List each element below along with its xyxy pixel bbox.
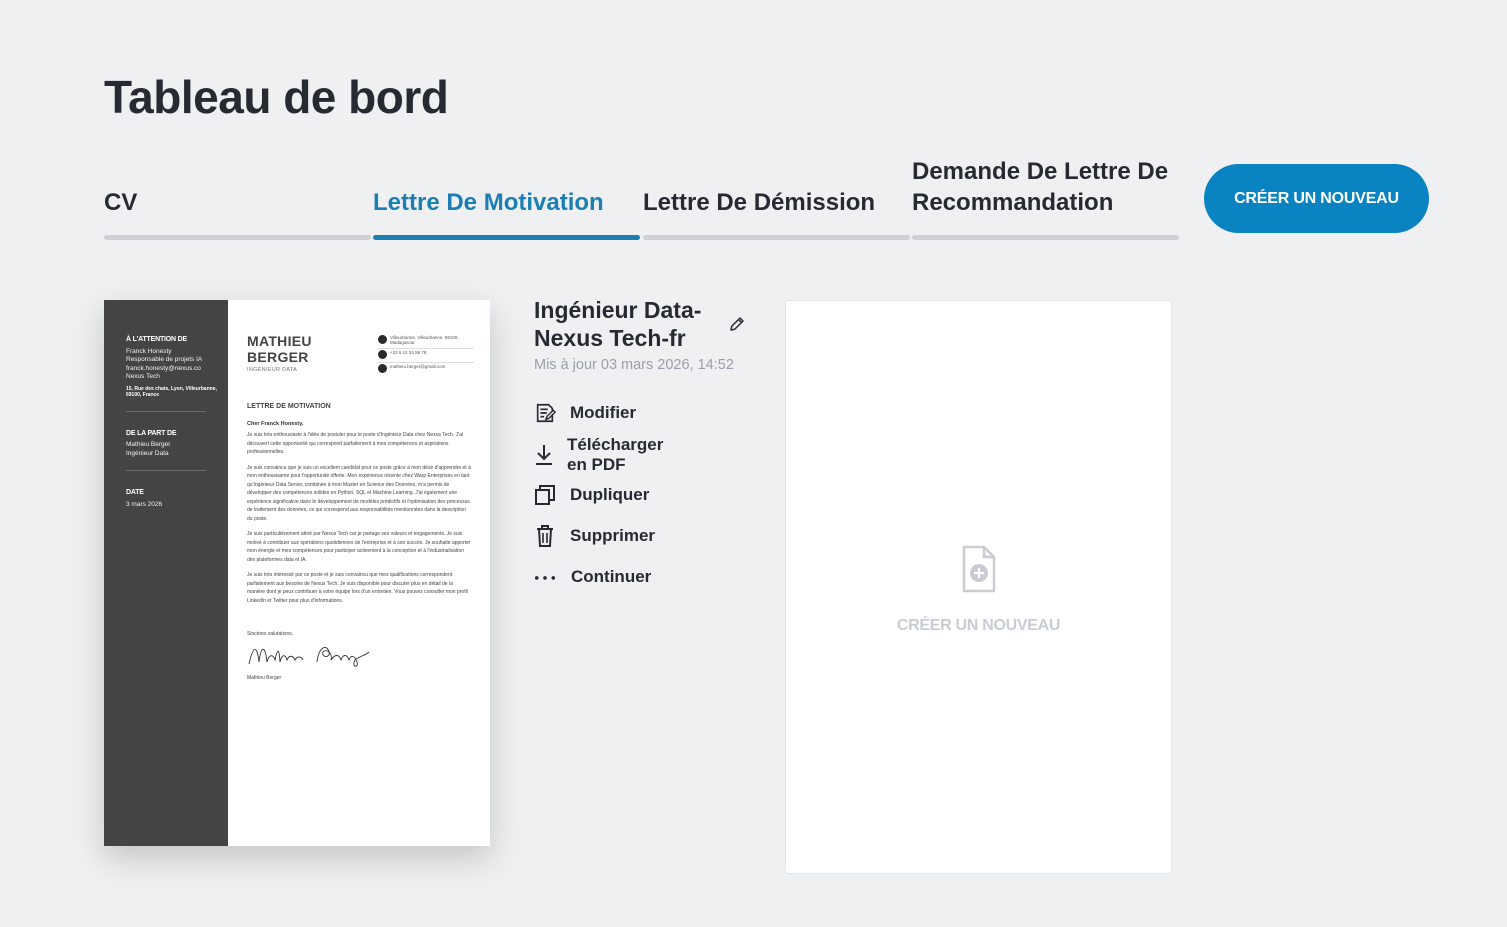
preview-contact-phone: +33 6 12 34 56 78 <box>378 349 474 363</box>
tab-demande-de-lettre-de-recommandation[interactable]: Demande De Lettre De Recommandation <box>912 150 1179 240</box>
preview-date-value: 3 mars 2026 <box>126 500 163 508</box>
preview-paragraph: Je suis très enthousiaste à l'idée de po… <box>247 432 463 455</box>
edit-document-icon <box>534 401 556 425</box>
preview-email-text: mathieu.berger@gmail.com <box>390 364 446 369</box>
divider <box>126 410 206 412</box>
divider <box>126 470 206 471</box>
preview-sidebar: À L'ATTENTION DE Franck Honesty Responsa… <box>104 300 228 846</box>
preview-body: MATHIEU BERGER INGÉNIEUR DATA Villeurban… <box>228 300 490 846</box>
continue-button[interactable]: Continuer <box>534 563 651 591</box>
last-updated: Mis à jour 03 mars 2026, 14:52 <box>534 357 734 373</box>
preview-from-name: Mathieu Berger <box>126 441 171 448</box>
create-new-card-label: CRÉER UN NOUVEAU <box>896 617 1061 634</box>
preview-closing: Sincères salutations, <box>247 631 294 637</box>
email-icon <box>378 364 387 373</box>
tab-label: Lettre De Démission <box>643 189 876 216</box>
tabs: CV Lettre De Motivation Lettre De Démiss… <box>104 150 1179 240</box>
preview-to-address: 15, Rue des chats, Lyon, Villeurbanne, 6… <box>126 385 217 399</box>
delete-button[interactable]: Supprimer <box>534 522 655 550</box>
preview-contact-address: Villeurbanne, Villeurbanne, 69100, Madag… <box>378 334 474 349</box>
duplicate-button[interactable]: Dupliquer <box>534 481 649 509</box>
preview-to-company: Nexus Tech <box>126 373 160 380</box>
letter-preview[interactable]: À L'ATTENTION DE Franck Honesty Responsa… <box>104 300 490 846</box>
preview-address-text: Villeurbanne, Villeurbanne, 69100, Madag… <box>390 335 459 345</box>
tab-lettre-de-motivation[interactable]: Lettre De Motivation <box>373 150 640 240</box>
preview-paragraph: Je suis convaincu que je suis un excelle… <box>247 464 471 522</box>
preview-date-heading: DATE <box>126 489 144 496</box>
more-dots-icon <box>534 565 556 589</box>
action-label: Modifier <box>570 403 637 422</box>
location-icon <box>378 335 387 344</box>
tab-underline <box>912 235 1179 240</box>
tab-label: Demande De Lettre De Recommandation <box>912 158 1169 216</box>
preview-greeting: Cher Franck Honesty, <box>247 421 304 427</box>
preview-paragraph: Je suis particulièrement attiré par Nexu… <box>247 531 471 563</box>
tab-label: CV <box>104 189 138 216</box>
preview-to-name: Franck Honesty <box>126 347 172 355</box>
pencil-icon[interactable] <box>728 315 746 333</box>
tab-label: Lettre De Motivation <box>373 189 604 216</box>
duplicate-icon <box>534 483 556 507</box>
preview-contact: Villeurbanne, Villeurbanne, 69100, Madag… <box>378 334 474 376</box>
action-label: Dupliquer <box>570 485 650 504</box>
download-pdf-button[interactable]: Télécharger en PDF <box>534 435 665 474</box>
create-new-button[interactable]: CRÉER UN NOUVEAU <box>1204 164 1429 233</box>
preview-signer: Mathieu Berger <box>247 675 282 681</box>
preview-phone-text: +33 6 12 34 56 78 <box>390 350 427 355</box>
preview-from-role: Ingénieur Data <box>126 449 169 457</box>
tab-lettre-de-demission[interactable]: Lettre De Démission <box>643 150 910 240</box>
preview-to-role: Responsable de projets IA <box>126 356 203 363</box>
tab-underline <box>643 235 910 240</box>
modify-button[interactable]: Modifier <box>534 399 636 427</box>
download-icon <box>534 443 554 467</box>
preview-subject: LETTRE DE MOTIVATION <box>247 403 331 410</box>
preview-to-email: franck.honesty@nexus.co <box>126 364 201 372</box>
phone-icon <box>378 350 387 359</box>
add-file-icon <box>962 545 996 593</box>
preview-from-heading: DE LA PART DE <box>126 429 177 437</box>
preview-contact-email: mathieu.berger@gmail.com <box>378 363 474 376</box>
preview-to-heading: À L'ATTENTION DE <box>126 336 187 343</box>
page-title: Tableau de bord <box>104 71 449 123</box>
preview-paragraph: Je suis très intéressé par ce poste et j… <box>247 572 468 604</box>
tab-underline <box>373 235 640 240</box>
action-label: Supprimer <box>570 526 656 545</box>
create-new-card[interactable]: CRÉER UN NOUVEAU <box>785 300 1172 874</box>
tab-underline <box>104 235 371 240</box>
signature-image <box>248 646 370 667</box>
document-title: Ingénieur Data-Nexus Tech-fr <box>534 297 702 351</box>
action-label: Continuer <box>571 567 652 586</box>
action-label: Télécharger en PDF <box>567 435 664 474</box>
tab-cv[interactable]: CV <box>104 150 371 240</box>
trash-icon <box>534 524 556 548</box>
